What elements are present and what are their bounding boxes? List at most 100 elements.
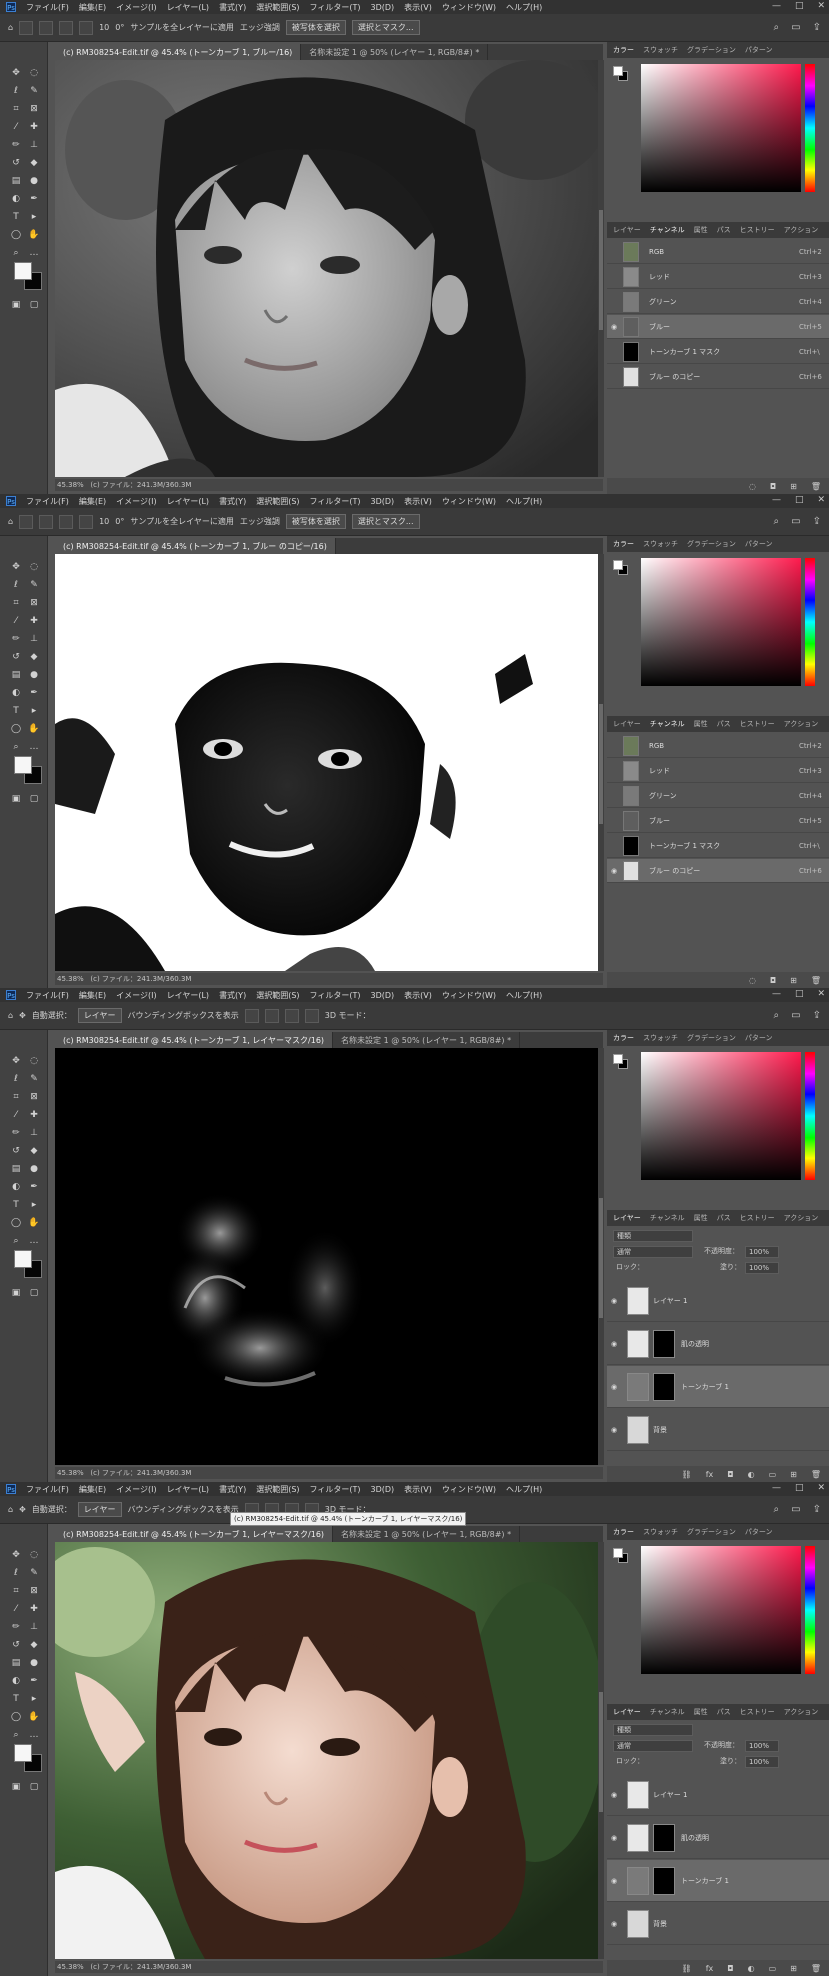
share-icon[interactable]: ⇪	[813, 1504, 821, 1515]
brush-size[interactable]: 10	[99, 517, 109, 526]
search-icon[interactable]: ⌕	[774, 22, 780, 33]
align-right-icon[interactable]	[284, 1008, 299, 1023]
save-selection-icon[interactable]: ◘	[770, 976, 776, 985]
hand-tool-icon[interactable]: ✋	[28, 724, 40, 735]
delete-icon[interactable]: 🗑	[811, 976, 821, 985]
link-icon[interactable]: ⛓	[682, 1470, 692, 1479]
menu-edit[interactable]: 編集(E)	[79, 2, 106, 13]
visibility-eye-icon[interactable]: ◉	[607, 1340, 621, 1348]
workspace-icon[interactable]: ▭	[791, 1010, 800, 1021]
document-canvas[interactable]	[55, 1542, 598, 1959]
quick-select-add-icon[interactable]	[59, 514, 74, 529]
quick-select-new-icon[interactable]	[39, 514, 54, 529]
frame-tool-icon[interactable]: ⊠	[28, 1092, 40, 1103]
maximize-icon[interactable]: □	[795, 1, 804, 11]
show-transform-checkbox[interactable]: バウンディングボックスを表示	[128, 1504, 239, 1515]
tab-layers[interactable]: レイヤー	[613, 719, 641, 729]
brush-tool-icon[interactable]: ✏	[10, 634, 22, 645]
menu-window[interactable]: ウィンドウ(W)	[442, 496, 496, 507]
menu-filter[interactable]: フィルター(T)	[310, 990, 361, 1001]
blur-tool-icon[interactable]: ●	[28, 1658, 40, 1669]
canvas-scrollbar[interactable]	[598, 554, 604, 971]
hue-slider[interactable]	[805, 1052, 815, 1180]
menu-select[interactable]: 選択範囲(S)	[256, 990, 299, 1001]
type-tool-icon[interactable]: T	[10, 1694, 22, 1705]
doc-tab[interactable]: 名称未設定 1 @ 50% (レイヤー 1, RGB/8#) *	[301, 44, 489, 60]
new-channel-icon[interactable]: ⊞	[790, 976, 797, 985]
marquee-tool-icon[interactable]: ◌	[28, 562, 40, 573]
doc-tab[interactable]: 名称未設定 1 @ 50% (レイヤー 1, RGB/8#) *	[333, 1526, 521, 1542]
channel-row-mask[interactable]: トーンカーブ 1 マスク Ctrl+\	[607, 834, 829, 858]
layer-kind-filter[interactable]: 種類	[613, 1724, 693, 1736]
quick-select-new-icon[interactable]	[39, 20, 54, 35]
eyedropper-tool-icon[interactable]: ⁄	[10, 1110, 22, 1121]
menu-view[interactable]: 表示(V)	[404, 2, 432, 13]
layer-row-selected[interactable]: ◉ トーンカーブ 1	[607, 1366, 829, 1408]
dodge-tool-icon[interactable]: ◐	[10, 1676, 22, 1687]
tab-properties[interactable]: 属性	[694, 225, 708, 235]
menu-filter[interactable]: フィルター(T)	[310, 496, 361, 507]
angle-value[interactable]: 0°	[115, 23, 124, 32]
close-icon[interactable]: ✕	[817, 989, 825, 999]
foreground-color-swatch[interactable]	[14, 262, 32, 280]
pen-tool-icon[interactable]: ✒	[28, 688, 40, 699]
menu-window[interactable]: ウィンドウ(W)	[442, 990, 496, 1001]
more-tools-icon[interactable]: …	[28, 1236, 40, 1247]
hue-slider[interactable]	[805, 64, 815, 192]
zoom-tool-icon[interactable]: ⌕	[10, 1236, 22, 1247]
tab-patterns[interactable]: パターン	[745, 539, 773, 549]
group-icon[interactable]: ▭	[769, 1470, 777, 1479]
menu-file[interactable]: ファイル(F)	[26, 1484, 69, 1495]
document-canvas[interactable]	[55, 554, 598, 971]
close-icon[interactable]: ✕	[817, 1, 825, 11]
workspace-icon[interactable]: ▭	[791, 1504, 800, 1515]
select-and-mask-button[interactable]: 選択とマスク...	[351, 514, 420, 529]
crop-tool-icon[interactable]: ⌗	[10, 104, 22, 115]
menu-type[interactable]: 書式(Y)	[219, 496, 246, 507]
visibility-eye-icon[interactable]: ◉	[607, 323, 621, 331]
move-tool-icon[interactable]: ✥	[10, 68, 22, 79]
panel-foreground-swatch[interactable]	[613, 1548, 623, 1558]
workspace-icon[interactable]: ▭	[791, 22, 800, 33]
move-tool-option-icon[interactable]: ✥	[19, 1505, 26, 1514]
minimize-icon[interactable]: —	[772, 1483, 781, 1493]
doc-tab-active[interactable]: (c) RM308254-Edit.tif @ 45.4% (トーンカーブ 1,…	[55, 44, 302, 60]
quick-select-add-icon[interactable]	[59, 20, 74, 35]
align-center-icon[interactable]	[264, 1008, 279, 1023]
type-tool-icon[interactable]: T	[10, 706, 22, 717]
menu-type[interactable]: 書式(Y)	[219, 990, 246, 1001]
blur-tool-icon[interactable]: ●	[28, 670, 40, 681]
frame-tool-icon[interactable]: ⊠	[28, 1586, 40, 1597]
quick-select-tool-icon[interactable]: ✎	[28, 1074, 40, 1085]
dodge-tool-icon[interactable]: ◐	[10, 1182, 22, 1193]
menu-help[interactable]: ヘルプ(H)	[506, 990, 542, 1001]
share-icon[interactable]: ⇪	[813, 516, 821, 527]
add-mask-icon[interactable]: ◘	[727, 1470, 733, 1479]
healing-tool-icon[interactable]: ✚	[28, 1110, 40, 1121]
screen-mode-icon[interactable]: ▢	[28, 1288, 40, 1299]
tab-actions[interactable]: アクション	[784, 225, 819, 235]
channel-row-blue[interactable]: ブルー Ctrl+5	[607, 809, 829, 833]
shape-tool-icon[interactable]: ◯	[10, 1712, 22, 1723]
shape-tool-icon[interactable]: ◯	[10, 724, 22, 735]
group-icon[interactable]: ▭	[769, 1964, 777, 1973]
new-layer-icon[interactable]: ⊞	[790, 1470, 797, 1479]
visibility-eye-icon[interactable]: ◉	[607, 1920, 621, 1928]
quick-select-tool-icon[interactable]: ✎	[28, 1568, 40, 1579]
auto-select-target-dropdown[interactable]: レイヤー	[77, 1502, 122, 1517]
quick-mask-icon[interactable]: ▣	[10, 300, 22, 311]
home-icon[interactable]: ⌂	[8, 1505, 13, 1514]
tab-paths[interactable]: パス	[717, 225, 731, 235]
visibility-eye-icon[interactable]: ◉	[607, 867, 621, 875]
tab-gradients[interactable]: グラデーション	[687, 1527, 736, 1537]
path-select-icon[interactable]: ▸	[28, 1694, 40, 1705]
shape-tool-icon[interactable]: ◯	[10, 230, 22, 241]
menu-help[interactable]: ヘルプ(H)	[506, 2, 542, 13]
move-tool-icon[interactable]: ✥	[10, 1056, 22, 1067]
panel-foreground-swatch[interactable]	[613, 66, 623, 76]
close-icon[interactable]: ✕	[817, 1483, 825, 1493]
quick-mask-icon[interactable]: ▣	[10, 1288, 22, 1299]
adjustment-icon[interactable]: ◐	[748, 1470, 755, 1479]
stamp-tool-icon[interactable]: ⊥	[28, 1128, 40, 1139]
tab-patterns[interactable]: パターン	[745, 1527, 773, 1537]
